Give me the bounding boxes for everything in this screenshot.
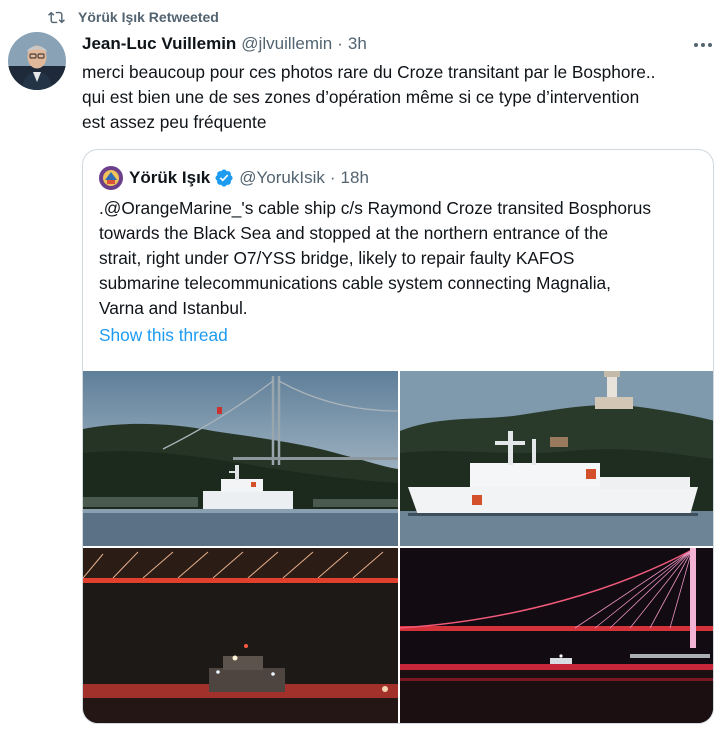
photo-ship-under-bridge-day[interactable] — [83, 371, 398, 546]
photo-ship-night-under-bridge[interactable] — [83, 548, 398, 723]
tweet-text: merci beaucoup pour ces photos rare du C… — [82, 60, 722, 135]
separator-dot: · — [329, 168, 336, 187]
quoted-text-line: Varna and Istanbul. — [99, 298, 248, 318]
quoted-text-line: strait, right under O7/YSS bridge, likel… — [99, 248, 575, 268]
tweet-timestamp[interactable]: 3h — [348, 34, 367, 54]
photo-bridge-night[interactable] — [400, 548, 713, 723]
quoted-text-line: .@OrangeMarine_'s cable ship c/s Raymond… — [99, 198, 652, 218]
avatar[interactable] — [8, 32, 66, 90]
quoted-author-handle[interactable]: @YorukIsik — [239, 168, 325, 188]
retweet-indicator[interactable]: Yörük Işık Retweeted — [48, 7, 219, 27]
more-icon — [694, 43, 698, 47]
author-name[interactable]: Jean-Luc Vuillemin — [82, 34, 236, 54]
retweet-label[interactable]: Yörük Işık Retweeted — [78, 9, 219, 25]
quoted-avatar[interactable] — [99, 166, 123, 190]
quoted-author-name[interactable]: Yörük Işık — [129, 168, 210, 188]
separator-dot: · — [337, 34, 343, 53]
tweet-text-line: qui est bien une de ses zones d’opératio… — [82, 87, 640, 107]
tweet-header: Jean-Luc Vuillemin @jlvuillemin · 3h — [82, 32, 367, 56]
photo-ship-closeup[interactable] — [400, 371, 713, 546]
author-handle[interactable]: @jlvuillemin — [241, 34, 332, 54]
more-options-button[interactable] — [690, 34, 716, 56]
verified-badge-icon — [215, 169, 233, 187]
tweet-text-line: est assez peu fréquente — [82, 112, 267, 132]
retweet-icon — [48, 11, 65, 23]
tweet-text-line: merci beaucoup pour ces photos rare du C… — [82, 62, 656, 82]
quoted-tweet-text: .@OrangeMarine_'s cable ship c/s Raymond… — [99, 196, 705, 321]
quoted-tweet-header: Yörük Işık @YorukIsik · 18h — [99, 164, 369, 192]
quoted-tweet-card[interactable]: Yörük Işık @YorukIsik · 18h .@OrangeMari… — [82, 149, 714, 724]
quoted-text-line: towards the Black Sea and stopped at the… — [99, 223, 609, 243]
show-thread-link[interactable]: Show this thread — [99, 325, 228, 346]
quoted-text-line: submarine telecommunications cable syste… — [99, 273, 611, 293]
quoted-tweet-timestamp[interactable]: 18h — [341, 168, 369, 188]
